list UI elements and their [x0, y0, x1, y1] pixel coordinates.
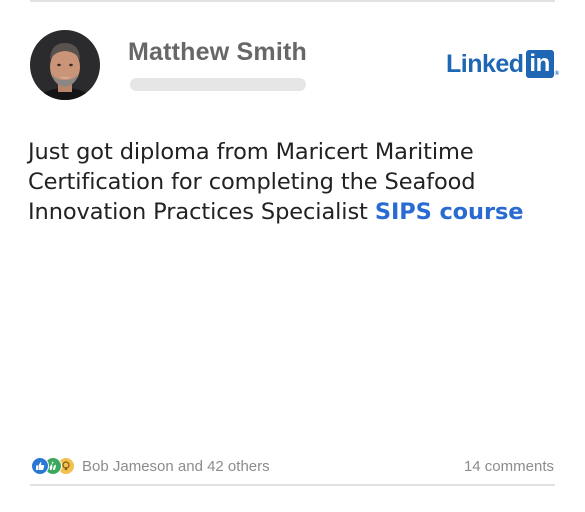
linkedin-logo-box: in — [525, 50, 554, 78]
linkedin-logo: Linked in ® — [446, 50, 559, 78]
reactions-text: Bob Jameson and 42 others — [82, 457, 270, 475]
author-avatar[interactable] — [30, 30, 100, 100]
reactions-summary[interactable]: Bob Jameson and 42 others — [31, 457, 270, 475]
comments-count[interactable]: 14 comments — [464, 458, 554, 475]
sips-course-link[interactable]: SIPS course — [375, 199, 524, 225]
top-divider — [30, 0, 555, 2]
author-photo — [30, 30, 100, 100]
like-icon — [31, 457, 49, 475]
post-body: Just got diploma from Maricert Maritime … — [28, 137, 558, 227]
author-name[interactable]: Matthew Smith — [128, 38, 307, 67]
linkedin-logo-word: Linked — [446, 50, 524, 78]
author-headline-placeholder — [130, 78, 306, 91]
bottom-divider — [30, 484, 555, 486]
registered-mark: ® — [554, 71, 559, 77]
